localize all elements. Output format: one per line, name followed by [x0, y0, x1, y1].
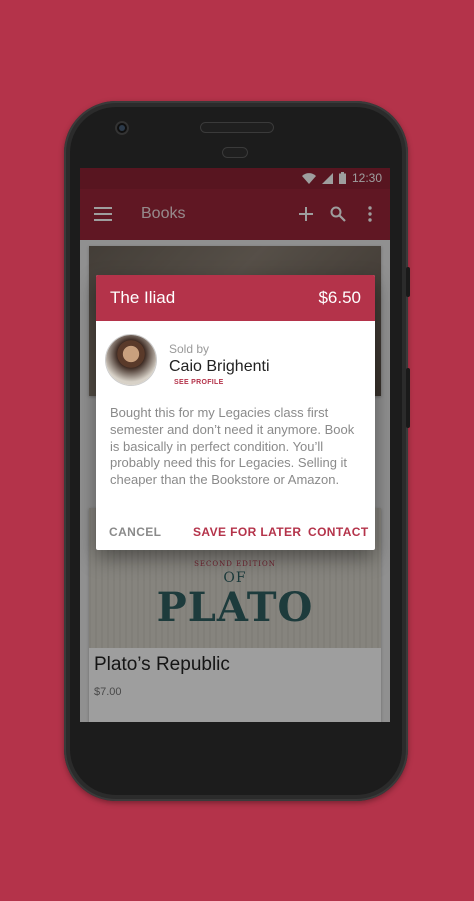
proximity-sensor: [222, 147, 248, 158]
sold-by-label: Sold by: [169, 342, 210, 356]
dialog-header: The Iliad $6.50: [96, 275, 375, 321]
app-screen: 12:30 Books SECOND EDITION OF PLATO Plat…: [80, 168, 390, 722]
avatar[interactable]: [106, 335, 156, 385]
book-detail-dialog: The Iliad $6.50 Sold by Caio Brighenti S…: [96, 275, 375, 550]
power-button: [406, 267, 410, 297]
contact-button[interactable]: CONTACT: [308, 525, 369, 539]
front-camera: [115, 121, 129, 135]
dialog-price: $6.50: [318, 288, 361, 307]
see-profile-link[interactable]: SEE PROFILE: [174, 379, 224, 386]
book-description: Bought this for my Legacies class first …: [110, 405, 355, 488]
dialog-title: The Iliad: [110, 288, 176, 307]
volume-button: [406, 368, 410, 428]
save-for-later-button[interactable]: SAVE FOR LATER: [193, 525, 302, 539]
earpiece-speaker: [200, 122, 274, 133]
cancel-button[interactable]: CANCEL: [109, 525, 161, 539]
seller-name: Caio Brighenti: [169, 358, 270, 375]
